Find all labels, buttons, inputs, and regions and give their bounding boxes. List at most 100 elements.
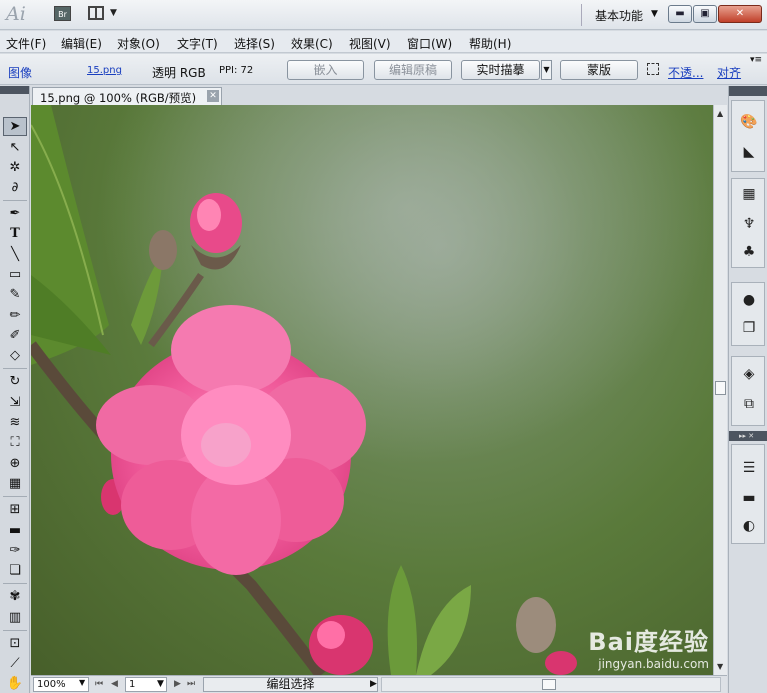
slice-tool-icon[interactable]: ⟋ — [3, 654, 27, 673]
opacity-link[interactable]: 不透... — [668, 64, 703, 81]
direct-selection-tool-icon[interactable]: ↖ — [3, 138, 27, 157]
panel-group-layers: ◈ ⧉ — [731, 356, 765, 426]
live-trace-button[interactable]: 实时描摹 — [461, 60, 540, 80]
divider — [3, 368, 27, 369]
swatches-panel-icon[interactable]: ▦ — [740, 185, 758, 203]
panel-group-swatches: ▦ ♆ ♣ — [731, 178, 765, 268]
blend-tool-icon[interactable]: ❏ — [3, 561, 27, 580]
previous-artboard-icon[interactable]: ◀ — [111, 679, 118, 689]
next-artboard-icon[interactable]: ▶ — [174, 679, 181, 689]
stroke-panel-icon[interactable]: ☰ — [740, 459, 758, 477]
status-bar: 100% ▼ ⏮ ◀ 1 ▼ ▶ ⏭ 编组选择 ▶ — [31, 675, 727, 693]
close-icon[interactable]: ✕ — [207, 90, 219, 102]
gradient-tool-icon[interactable]: ▬ — [3, 521, 27, 540]
panel-group-color: 🎨 ◣ — [731, 100, 765, 172]
horizontal-scrollbar[interactable] — [381, 677, 721, 692]
file-link[interactable]: 15.png — [87, 65, 122, 76]
magic-wand-tool-icon[interactable]: ✲ — [3, 158, 27, 177]
menu-type[interactable]: 文字(T) — [177, 35, 218, 52]
pen-tool-icon[interactable]: ✒ — [3, 204, 27, 223]
minimize-button[interactable]: ▬ — [668, 5, 692, 23]
object-type-link[interactable]: 图像 — [8, 64, 32, 81]
divider — [3, 583, 27, 584]
close-button[interactable]: ✕ — [718, 5, 762, 23]
align-link[interactable]: 对齐 — [717, 64, 741, 81]
menu-effect[interactable]: 效果(C) — [291, 35, 333, 52]
color-panel-icon[interactable]: 🎨 — [740, 113, 758, 131]
appearance-panel-icon[interactable]: ● — [740, 291, 758, 309]
panel-header[interactable] — [729, 86, 767, 96]
panel-header[interactable]: ▸▸ ✕ — [729, 431, 767, 441]
menu-window[interactable]: 窗口(W) — [407, 35, 452, 52]
mask-button[interactable]: 蒙版 — [560, 60, 638, 80]
paintbrush-tool-icon[interactable]: ✎ — [3, 285, 27, 304]
hand-tool-icon[interactable]: ✋ — [3, 674, 27, 693]
rectangle-tool-icon[interactable]: ▭ — [3, 265, 27, 284]
watermark: Bai度经验 jingyan.baidu.com — [588, 622, 709, 671]
eraser-tool-icon[interactable]: ◇ — [3, 346, 27, 365]
lasso-tool-icon[interactable]: ∂ — [3, 178, 27, 197]
menu-help[interactable]: 帮助(H) — [469, 35, 511, 52]
artboards-panel-icon[interactable]: ⧉ — [740, 395, 758, 413]
status-tool-label[interactable]: 编组选择 — [203, 677, 378, 692]
symbols-panel-icon[interactable]: ♣ — [740, 243, 758, 261]
brushes-panel-icon[interactable]: ♆ — [740, 215, 758, 233]
shape-builder-tool-icon[interactable]: ⊕ — [3, 454, 27, 473]
rotate-tool-icon[interactable]: ↻ — [3, 372, 27, 391]
transparency-panel-icon[interactable]: ◐ — [740, 517, 758, 535]
menu-file[interactable]: 文件(F) — [6, 35, 46, 52]
scroll-thumb[interactable] — [542, 679, 556, 690]
gradient-panel-icon[interactable]: ▬ — [740, 489, 758, 507]
divider — [3, 630, 27, 631]
pencil-tool-icon[interactable]: ✏ — [3, 306, 27, 325]
perspective-grid-tool-icon[interactable]: ▦ — [3, 474, 27, 493]
menu-object[interactable]: 对象(O) — [117, 35, 160, 52]
watermark-logo: Bai度经验 — [588, 628, 709, 656]
column-graph-tool-icon[interactable]: ▥ — [3, 608, 27, 627]
bridge-button[interactable]: Br — [54, 6, 71, 21]
transform-icon[interactable] — [647, 63, 659, 75]
color-guide-icon[interactable]: ◣ — [740, 143, 758, 161]
eyedropper-tool-icon[interactable]: ✑ — [3, 541, 27, 560]
embed-button[interactable]: 嵌入 — [287, 60, 364, 80]
line-tool-icon[interactable]: ╲ — [3, 245, 27, 264]
tools-panel: ➤ ↖ ✲ ∂ ✒ T ╲ ▭ ✎ ✏ ✐ ◇ ↻ ⇲ ≋ ⛶ ⊕ ▦ ⊞ ▬ … — [0, 86, 30, 693]
vertical-scrollbar[interactable]: ▲ ▼ — [713, 105, 727, 675]
chevron-down-icon[interactable]: ▼ — [651, 9, 658, 19]
scroll-thumb[interactable] — [715, 381, 726, 395]
warp-tool-icon[interactable]: ≋ — [3, 413, 27, 432]
selection-tool-icon[interactable]: ➤ — [3, 117, 27, 136]
artboard-tool-icon[interactable]: ⊡ — [3, 634, 27, 653]
symbol-sprayer-tool-icon[interactable]: ✾ — [3, 587, 27, 606]
blob-brush-tool-icon[interactable]: ✐ — [3, 326, 27, 345]
scale-tool-icon[interactable]: ⇲ — [3, 393, 27, 412]
title-bar: Ai Br ▼ 基本功能 ▼ ▬ ▣ ✕ — [0, 0, 767, 30]
layers-panel-icon[interactable]: ◈ — [740, 365, 758, 383]
last-artboard-icon[interactable]: ⏭ — [187, 679, 195, 689]
menu-view[interactable]: 视图(V) — [349, 35, 391, 52]
maximize-button[interactable]: ▣ — [693, 5, 717, 23]
menu-select[interactable]: 选择(S) — [234, 35, 275, 52]
artboard-canvas[interactable]: Bai度经验 jingyan.baidu.com — [31, 105, 713, 675]
ppi-label: PPI: 72 — [219, 65, 254, 76]
arrange-documents-button[interactable]: ▼ — [88, 5, 122, 23]
scroll-up-icon[interactable]: ▲ — [717, 109, 723, 118]
live-trace-options-dropdown[interactable]: ▼ — [541, 60, 552, 80]
placed-image[interactable] — [31, 105, 713, 675]
free-transform-tool-icon[interactable]: ⛶ — [3, 433, 27, 452]
menu-edit[interactable]: 编辑(E) — [61, 35, 102, 52]
chevron-down-icon[interactable]: ▼ — [157, 679, 164, 689]
panel-group-stroke: ☰ ▬ ◐ — [731, 444, 765, 544]
chevron-down-icon[interactable]: ▼ — [79, 678, 85, 687]
type-tool-icon[interactable]: T — [3, 224, 27, 243]
workspace-switcher[interactable]: 基本功能 — [595, 7, 643, 24]
panel-header[interactable] — [0, 86, 29, 94]
status-menu-icon[interactable]: ▶ — [370, 679, 377, 689]
mesh-tool-icon[interactable]: ⊞ — [3, 500, 27, 519]
graphic-styles-icon[interactable]: ❐ — [740, 319, 758, 337]
edit-original-button[interactable]: 编辑原稿 — [374, 60, 452, 80]
first-artboard-icon[interactable]: ⏮ — [95, 679, 103, 689]
scroll-down-icon[interactable]: ▼ — [717, 662, 723, 671]
panel-menu-icon[interactable]: ▾≡ — [750, 55, 762, 65]
document-tab[interactable]: 15.png @ 100% (RGB/预览) — [32, 87, 222, 105]
